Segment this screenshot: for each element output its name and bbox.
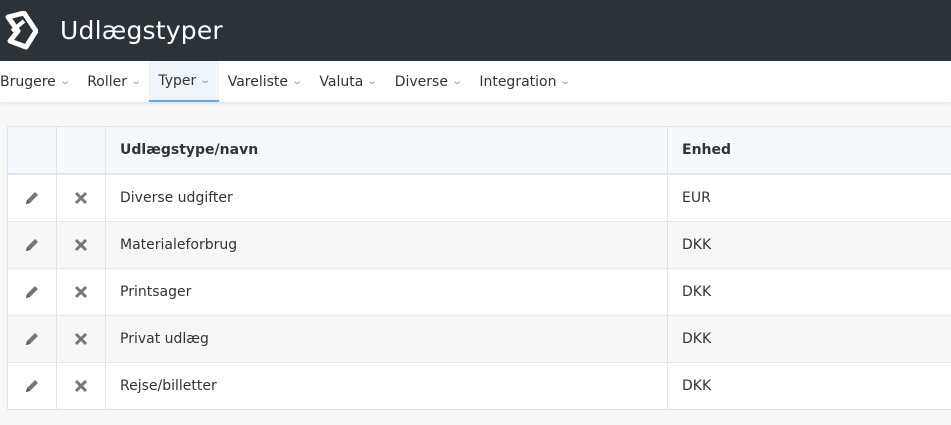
nav-label: Integration bbox=[479, 73, 557, 90]
app-logo-icon[interactable] bbox=[0, 10, 40, 51]
main-content: Udlægstype/navn Enhed Diverse udgifter E… bbox=[0, 102, 951, 410]
chevron-down-icon: ⌄ bbox=[366, 76, 379, 87]
header-edit-col bbox=[7, 126, 57, 175]
nav-item-brugere[interactable]: Brugere ⌄ bbox=[0, 61, 78, 102]
table-row: Privat udlæg DKK bbox=[7, 315, 951, 363]
nav-item-typer[interactable]: Typer ⌄ bbox=[149, 61, 219, 102]
edit-icon[interactable] bbox=[7, 315, 57, 363]
row-unit: DKK bbox=[667, 362, 951, 410]
expense-types-table: Udlægstype/navn Enhed Diverse udgifter E… bbox=[7, 126, 951, 410]
edit-icon[interactable] bbox=[7, 268, 57, 316]
nav-item-diverse[interactable]: Diverse ⌄ bbox=[386, 61, 471, 102]
nav-item-integration[interactable]: Integration ⌄ bbox=[470, 61, 579, 102]
header-delete-col bbox=[56, 126, 106, 175]
nav-item-vareliste[interactable]: Vareliste ⌄ bbox=[219, 61, 311, 102]
row-unit: DKK bbox=[667, 315, 951, 363]
chevron-down-icon: ⌄ bbox=[291, 76, 304, 87]
row-name: Printsager bbox=[105, 268, 668, 316]
nav-label: Brugere bbox=[0, 73, 56, 90]
header-name[interactable]: Udlægstype/navn bbox=[105, 126, 668, 175]
table-row: Printsager DKK bbox=[7, 268, 951, 316]
header-unit[interactable]: Enhed bbox=[667, 126, 951, 175]
nav-label: Valuta bbox=[319, 73, 364, 90]
delete-icon[interactable] bbox=[56, 173, 106, 222]
row-unit: DKK bbox=[667, 268, 951, 316]
row-name: Diverse udgifter bbox=[105, 173, 668, 222]
top-bar: Udlægstyper bbox=[0, 0, 951, 61]
nav-label: Diverse bbox=[394, 73, 448, 90]
chevron-down-icon: ⌄ bbox=[559, 76, 572, 87]
row-unit: DKK bbox=[667, 221, 951, 269]
delete-icon[interactable] bbox=[56, 221, 106, 269]
delete-icon[interactable] bbox=[56, 362, 106, 410]
row-name: Rejse/billetter bbox=[105, 362, 668, 410]
delete-icon[interactable] bbox=[56, 268, 106, 316]
table-row: Materialeforbrug DKK bbox=[7, 221, 951, 269]
table-header-row: Udlægstype/navn Enhed bbox=[7, 126, 951, 175]
chevron-down-icon: ⌄ bbox=[130, 76, 143, 87]
main-nav: Brugere ⌄ Roller ⌄ Typer ⌄ Vareliste ⌄ Valut… bbox=[0, 61, 951, 102]
nav-label: Vareliste bbox=[227, 73, 289, 90]
page-title: Udlægstyper bbox=[60, 16, 223, 45]
edit-icon[interactable] bbox=[7, 362, 57, 410]
table-row: Diverse udgifter EUR bbox=[7, 173, 951, 222]
edit-icon[interactable] bbox=[7, 173, 57, 222]
edit-icon[interactable] bbox=[7, 221, 57, 269]
row-name: Materialeforbrug bbox=[105, 221, 668, 269]
chevron-down-icon: ⌄ bbox=[199, 75, 212, 86]
delete-icon[interactable] bbox=[56, 315, 106, 363]
table-row: Rejse/billetter DKK bbox=[7, 362, 951, 410]
chevron-down-icon: ⌄ bbox=[451, 76, 464, 87]
chevron-down-icon: ⌄ bbox=[59, 76, 71, 87]
row-unit: EUR bbox=[667, 173, 951, 222]
nav-label: Typer bbox=[158, 72, 197, 89]
nav-label: Roller bbox=[87, 73, 127, 90]
nav-item-roller[interactable]: Roller ⌄ bbox=[78, 61, 149, 102]
row-name: Privat udlæg bbox=[105, 315, 668, 363]
nav-item-valuta[interactable]: Valuta ⌄ bbox=[310, 61, 385, 102]
